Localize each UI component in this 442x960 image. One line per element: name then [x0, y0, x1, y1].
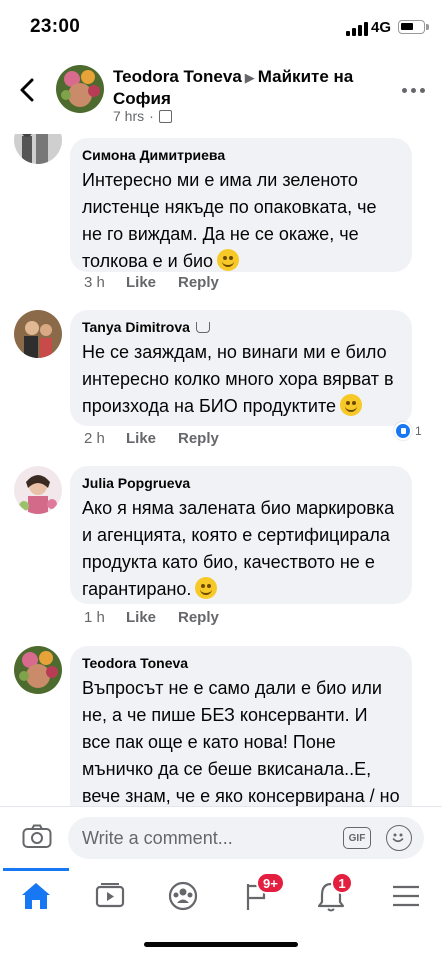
- reaction-number: 1: [415, 424, 422, 438]
- groups-icon[interactable]: [163, 878, 203, 914]
- commenter-name[interactable]: Симона Димитриева: [82, 146, 400, 164]
- comment-text: Не се заяждам, но винаги ми е било интер…: [82, 342, 394, 416]
- comment-text: Ако я няма заленатa био маркировка и аге…: [82, 498, 395, 599]
- network-label: 4G: [371, 19, 392, 36]
- reply-button[interactable]: Reply: [178, 609, 219, 626]
- author-avatar[interactable]: [56, 65, 104, 113]
- back-arrow-icon[interactable]: [16, 76, 40, 104]
- status-time: 23:00: [30, 16, 81, 37]
- commenter-name[interactable]: Julia Popgrueva: [82, 474, 400, 492]
- comment-input-box[interactable]: GIF: [68, 817, 424, 859]
- like-reaction-icon: [394, 422, 412, 440]
- coffee-cup-icon: [195, 321, 210, 333]
- comment-bubble: Teodora Toneva Въпросът не е само дали е…: [70, 646, 412, 806]
- bottom-tab-bar: 9+ 1: [0, 868, 442, 926]
- comment-composer: GIF: [0, 806, 442, 868]
- arrow-right-icon: ▶: [244, 70, 255, 85]
- comment-text: Интересно ми е има ли зеленото листенце …: [82, 170, 377, 271]
- comment-bubble: Julia Popgrueva Ако я няма заленатa био …: [70, 466, 412, 604]
- camera-icon[interactable]: [22, 824, 52, 849]
- grinning-emoji-icon: [217, 249, 240, 271]
- status-bar: 23:00 4G: [0, 0, 442, 52]
- reaction-count[interactable]: 1: [394, 422, 422, 440]
- reply-button[interactable]: Reply: [178, 430, 219, 447]
- comment-actions: 3 h Like Reply: [84, 274, 219, 291]
- active-tab-indicator: [3, 868, 69, 871]
- comment-text: Въпросът не е само дали е био или не, а …: [82, 678, 400, 806]
- comment-input[interactable]: [82, 817, 332, 859]
- group-privacy-icon: [158, 109, 172, 123]
- emoji-picker-icon[interactable]: [386, 825, 412, 851]
- watch-video-icon[interactable]: [90, 878, 130, 914]
- post-header: Teodora Toneva ▶ Майките на София 7 hrs ·: [0, 52, 442, 134]
- commenter-name[interactable]: Tanya Dimitrova: [82, 318, 190, 336]
- author-name[interactable]: Teodora Toneva: [113, 67, 242, 86]
- commenter-name[interactable]: Teodora Toneva: [82, 654, 400, 672]
- home-icon[interactable]: [16, 878, 56, 914]
- commenter-avatar[interactable]: [14, 310, 62, 358]
- post-time: 7 hrs: [113, 108, 145, 124]
- post-meta: 7 hrs ·: [113, 108, 172, 124]
- battery-icon: [398, 20, 429, 34]
- comment-time: 1 h: [84, 609, 105, 626]
- more-options-icon[interactable]: [402, 88, 426, 94]
- signal-icon: [346, 22, 368, 36]
- comment-actions: 2 h Like Reply: [84, 430, 219, 447]
- smiling-emoji-icon: [340, 394, 363, 416]
- meta-dot: ·: [149, 108, 154, 124]
- comment-time: 3 h: [84, 274, 105, 291]
- commenter-avatar[interactable]: [14, 134, 62, 164]
- like-button[interactable]: Like: [126, 430, 178, 447]
- like-button[interactable]: Like: [126, 609, 178, 626]
- home-indicator[interactable]: [144, 942, 298, 947]
- winking-emoji-icon: [195, 577, 218, 599]
- commenter-avatar[interactable]: [14, 646, 62, 694]
- post-title: Teodora Toneva ▶ Майките на София: [113, 66, 373, 109]
- commenter-name-row: Tanya Dimitrova: [82, 318, 400, 336]
- commenter-avatar[interactable]: [14, 466, 62, 514]
- comment-bubble: Симона Димитриева Интересно ми е има ли …: [70, 138, 412, 272]
- video-badge: 9+: [256, 872, 285, 894]
- comment-time: 2 h: [84, 430, 105, 447]
- comment-bubble: Tanya Dimitrova Не се заяждам, но винаги…: [70, 310, 412, 426]
- notifications-badge: 1: [331, 872, 353, 894]
- menu-icon[interactable]: [386, 878, 426, 914]
- like-button[interactable]: Like: [126, 274, 178, 291]
- gif-button[interactable]: GIF: [343, 827, 371, 849]
- comment-actions: 1 h Like Reply: [84, 609, 219, 626]
- reply-button[interactable]: Reply: [178, 274, 219, 291]
- comments-list: Симона Димитриева Интересно ми е има ли …: [0, 134, 442, 806]
